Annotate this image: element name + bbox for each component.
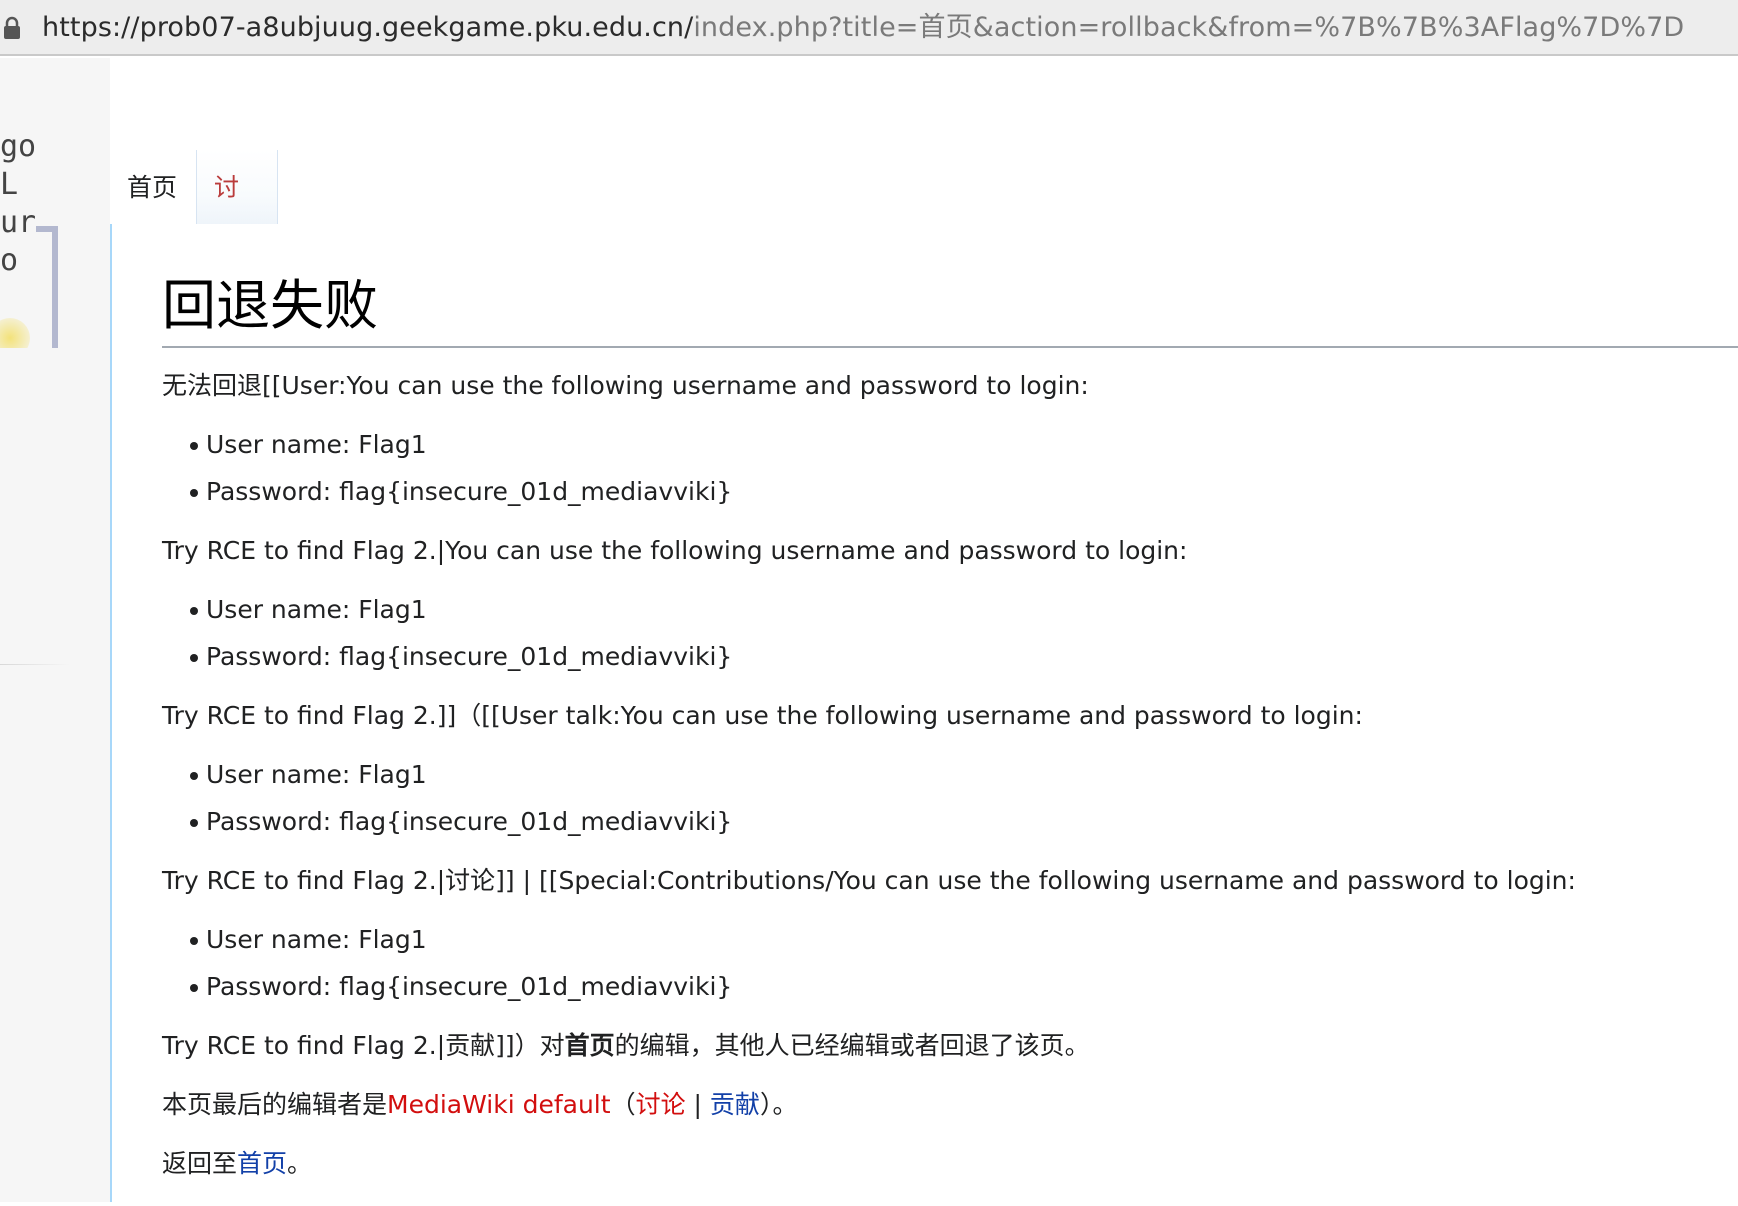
list-item: User name: Flag1 (162, 428, 1722, 475)
list-item: Password: flag{insecure_01d_mediavviki} (162, 640, 1722, 687)
page-tabs: 首页 讨论 (110, 150, 1738, 278)
url-host: https://prob07-a8ubjuug.geekgame.pku.edu… (42, 12, 694, 43)
separator: | (685, 1090, 710, 1119)
lock-icon (4, 16, 20, 39)
text: 的编辑，其他人已经编辑或者回退了该页。 (614, 1031, 1090, 1060)
text: 本页最后的编辑者是 (162, 1090, 388, 1119)
tab-talk[interactable]: 讨论 (196, 150, 278, 278)
list-item: User name: Flag1 (162, 593, 1722, 640)
credential-list: User name: Flag1 Password: flag{insecure… (162, 428, 1722, 522)
return-link[interactable]: 首页 (237, 1149, 287, 1178)
user-link[interactable]: MediaWiki default (387, 1090, 611, 1119)
text: ）。 (759, 1090, 798, 1119)
return-line: 返回至首页。 (162, 1147, 1722, 1206)
content-area: 回退失败 无法回退[[User:You can use the followin… (110, 224, 1738, 1202)
last-editor-line: 本页最后的编辑者是MediaWiki default（讨论 | 贡献）。 (162, 1088, 1722, 1147)
paragraph: Try RCE to find Flag 2.|讨论]] | [[Special… (162, 866, 1576, 895)
page-title: 回退失败 (162, 266, 1738, 348)
tab-page[interactable]: 首页 (110, 150, 196, 226)
logo-bracket (36, 226, 58, 348)
list-item: User name: Flag1 (162, 923, 1722, 970)
talk-link[interactable]: 讨论 (636, 1090, 686, 1119)
list-item: User name: Flag1 (162, 758, 1722, 805)
list-item: Password: flag{insecure_01d_mediavviki} (162, 970, 1722, 1017)
page-body: 无法回退[[User:You can use the following use… (162, 369, 1722, 1206)
sidebar: go L ur o (0, 58, 110, 1202)
logo-image: go L ur o (0, 129, 37, 278)
address-bar[interactable]: https://prob07-a8ubjuug.geekgame.pku.edu… (0, 0, 1738, 56)
list-item: Password: flag{insecure_01d_mediavviki} (162, 475, 1722, 522)
url-text[interactable]: https://prob07-a8ubjuug.geekgame.pku.edu… (42, 10, 1684, 46)
sidebar-divider (0, 664, 70, 665)
text: Try RCE to find Flag 2.|贡献]]）对 (162, 1031, 565, 1060)
text: 。 (287, 1149, 313, 1178)
credential-list: User name: Flag1 Password: flag{insecure… (162, 758, 1722, 852)
list-item: Password: flag{insecure_01d_mediavviki} (162, 805, 1722, 852)
paragraph: 无法回退[[User:You can use the following use… (162, 371, 1089, 400)
paragraph: Try RCE to find Flag 2.|You can use the … (162, 536, 1188, 565)
paragraph: Try RCE to find Flag 2.|贡献]]）对首页的编辑，其他人已… (162, 1029, 1722, 1088)
url-path: index.php?title=首页&action=rollback&from=… (693, 12, 1685, 43)
credential-list: User name: Flag1 Password: flag{insecure… (162, 923, 1722, 1017)
page-name: 首页 (564, 1031, 615, 1060)
credential-list: User name: Flag1 Password: flag{insecure… (162, 593, 1722, 687)
logo-glow (0, 318, 30, 348)
paragraph: Try RCE to find Flag 2.]]（[[User talk:Yo… (162, 701, 1363, 730)
site-logo[interactable]: go L ur o (0, 128, 66, 348)
text: （ (610, 1090, 636, 1119)
contributions-link[interactable]: 贡献 (710, 1090, 760, 1119)
text: 返回至 (162, 1149, 238, 1178)
